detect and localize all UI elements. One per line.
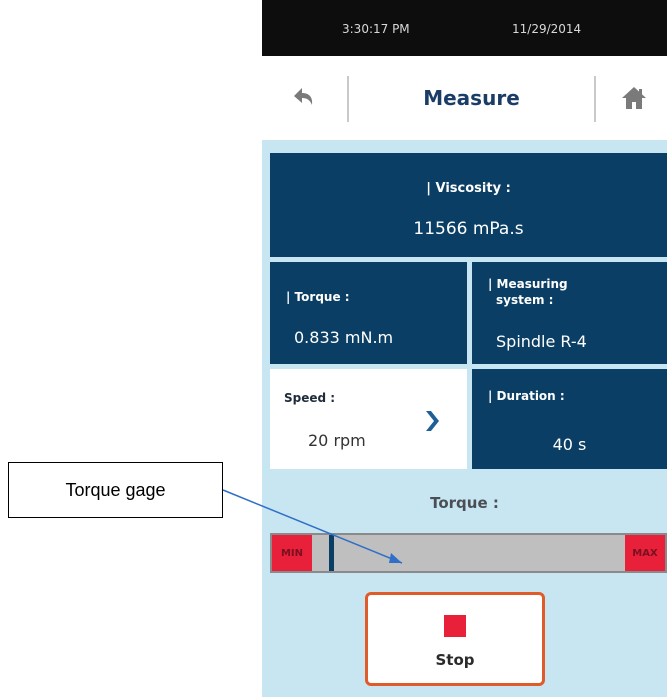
gauge-max-label: MAX: [625, 535, 665, 571]
speed-value: 20 rpm: [308, 431, 366, 450]
torque-value: 0.833 mN.m: [294, 328, 394, 347]
measuring-system-label-line1: | Measuring: [488, 277, 568, 291]
header-bar: Measure: [262, 56, 667, 140]
viscosity-label: | Viscosity :: [426, 181, 511, 196]
status-date: 11/29/2014: [512, 22, 582, 36]
measuring-system-label: | Measuring system :: [488, 276, 658, 308]
speed-label: Speed :: [284, 391, 336, 405]
measuring-system-panel: | Measuring system : Spindle R-4: [472, 262, 667, 364]
chevron-right-icon[interactable]: [420, 409, 444, 433]
duration-panel: | Duration : 40 s: [472, 369, 667, 469]
page-title: Measure: [423, 86, 520, 110]
back-button[interactable]: [288, 82, 320, 114]
duration-label: | Duration :: [488, 389, 565, 403]
home-button[interactable]: [618, 82, 650, 114]
stop-button[interactable]: Stop: [365, 592, 545, 686]
status-time: 3:30:17 PM: [342, 22, 410, 36]
home-icon: [622, 87, 646, 109]
stop-button-label: Stop: [435, 651, 475, 669]
measuring-system-label-line2: system :: [496, 293, 554, 307]
back-arrow-icon: [294, 88, 313, 105]
gauge-needle: [328, 535, 334, 571]
torque-gauge-heading: Torque :: [430, 494, 499, 512]
gauge-min-label: MIN: [272, 535, 312, 571]
device-screen: 3:30:17 PM 11/29/2014 Measure | Viscosit…: [262, 0, 667, 697]
measuring-system-value: Spindle R-4: [496, 332, 587, 351]
annotation-callout: Torque gage: [8, 462, 223, 518]
speed-selector[interactable]: Speed : 20 rpm: [270, 369, 467, 469]
header-separator: [594, 76, 596, 122]
viscosity-value: 11566 mPa.s: [413, 219, 524, 239]
torque-label: | Torque :: [286, 290, 350, 304]
status-bar: 3:30:17 PM 11/29/2014: [262, 0, 667, 56]
viscosity-panel: | Viscosity : 11566 mPa.s: [270, 153, 667, 257]
duration-value: 40 s: [552, 435, 587, 454]
torque-gauge: MIN MAX: [270, 533, 667, 573]
stop-icon: [444, 615, 466, 637]
torque-panel: | Torque : 0.833 mN.m: [270, 262, 467, 364]
